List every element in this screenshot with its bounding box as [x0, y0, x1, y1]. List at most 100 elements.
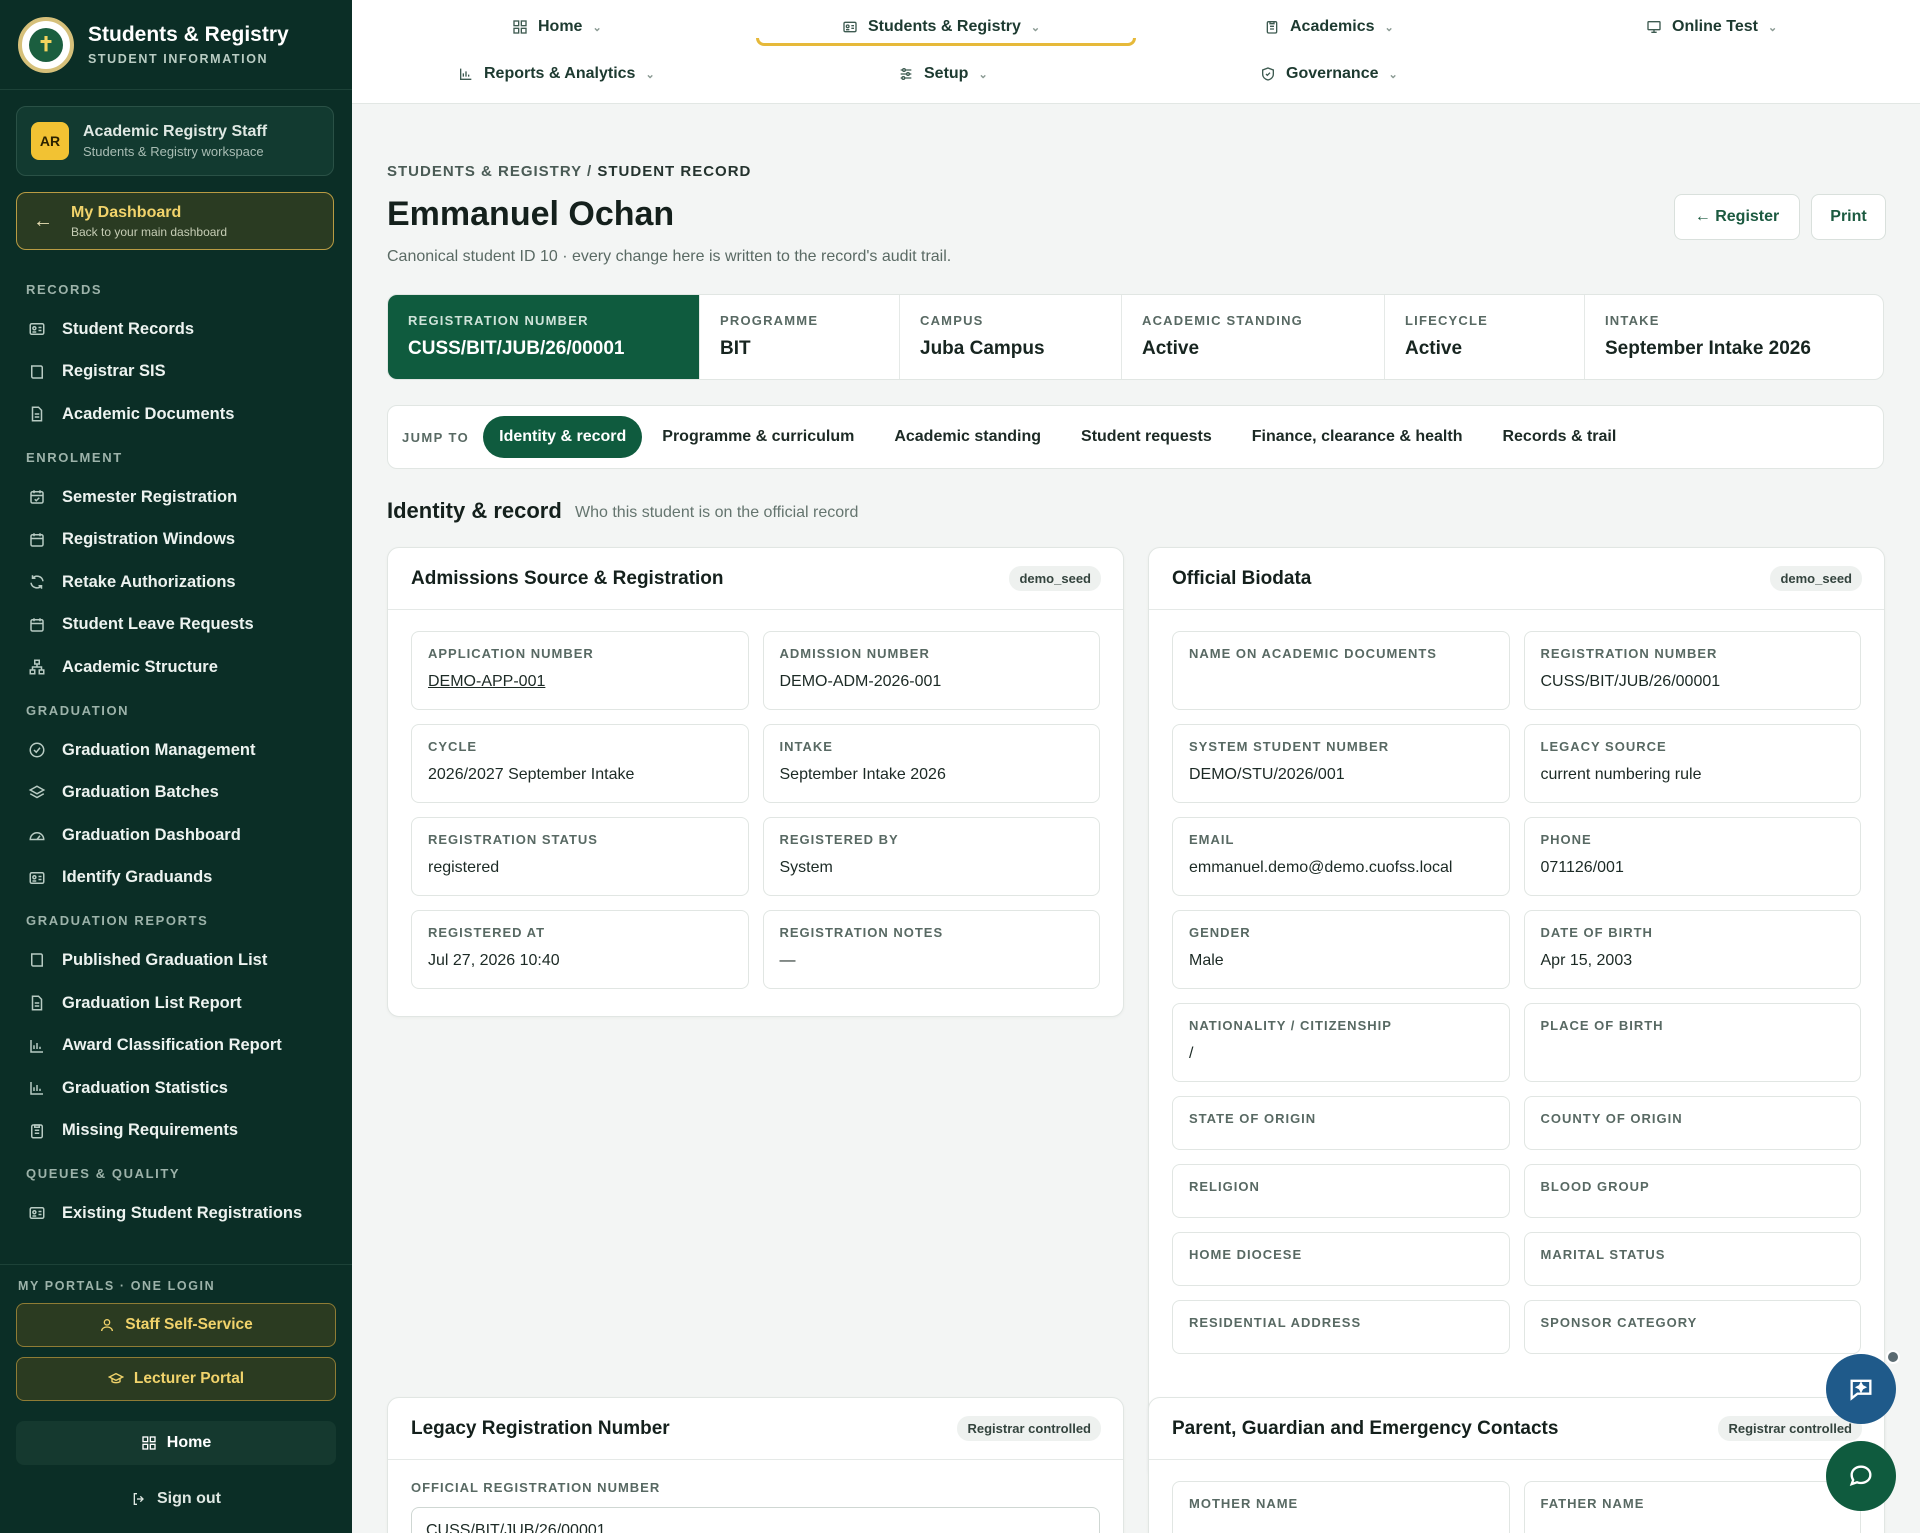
jump-tab-academic-standing[interactable]: Academic standing [874, 416, 1061, 458]
field-registered-by: REGISTERED BY System [762, 817, 1100, 896]
sidebar-item-academic-documents[interactable]: Academic Documents [0, 393, 352, 436]
field-registration-status: REGISTRATION STATUS registered [411, 817, 749, 896]
sidebar-item-label: Registration Windows [62, 530, 236, 549]
field-intake: INTAKE September Intake 2026 [762, 724, 1100, 803]
sidebar-item-label: Graduation Dashboard [62, 825, 241, 844]
section-title: Identity & record [387, 498, 562, 523]
nav-section-title: RECORDS [26, 282, 103, 297]
father-name-label: FATHER NAME [1540, 1496, 1645, 1511]
chat-bubble-icon [1849, 1465, 1872, 1487]
gauge-icon [28, 826, 46, 844]
topnav-online-test[interactable]: Online Test ⌄ [1646, 12, 1777, 42]
summary-value: Active [1405, 338, 1463, 359]
field-system-student-number: SYSTEM STUDENT NUMBER DEMO/STU/2026/001 [1172, 724, 1510, 803]
legacy-registration-card: Legacy Registration Number Registrar con… [387, 1397, 1124, 1533]
field-value: DEMO-ADM-2026-001 [779, 673, 942, 690]
sidebar-item-graduation-statistics[interactable]: Graduation Statistics [0, 1067, 352, 1110]
grid-icon [142, 1436, 156, 1450]
user-icon [101, 1319, 114, 1332]
sidebar-item-label: Published Graduation List [62, 950, 268, 969]
sidebar-item-award-classification-report[interactable]: Award Classification Report [0, 1024, 352, 1067]
jump-tab-identity-record[interactable]: Identity & record [483, 416, 643, 458]
my-dashboard-button[interactable]: ← My Dashboard Back to your main dashboa… [16, 192, 334, 250]
breadcrumb-current: STUDENT RECORD [597, 163, 752, 180]
topnav-academics[interactable]: Academics ⌄ [1264, 12, 1394, 42]
summary-academic-standing: ACADEMIC STANDING Active [1122, 295, 1385, 379]
register-back-button[interactable]: ← Register [1674, 194, 1800, 240]
main-content: STUDENTS & REGISTRY / STUDENT RECORD Emm… [352, 104, 1920, 1533]
ai-assistant-button[interactable] [1826, 1350, 1900, 1424]
field-value: — [779, 952, 796, 969]
field-home-diocese: HOME DIOCESE [1172, 1232, 1510, 1286]
father-name-field[interactable]: FATHER NAME [1523, 1481, 1861, 1533]
sidebar-item-student-records[interactable]: Student Records [0, 308, 352, 351]
official-registration-number-input[interactable]: CUSS/BIT/JUB/26/00001 [411, 1507, 1100, 1533]
jump-to-label: JUMP TO [402, 429, 470, 445]
field-registration-number: REGISTRATION NUMBER CUSS/BIT/JUB/26/00001 [1523, 631, 1861, 710]
summary-strip: REGISTRATION NUMBER CUSS/BIT/JUB/26/00001… [387, 294, 1884, 380]
sidebar-item-published-graduation-list[interactable]: Published Graduation List [0, 939, 352, 982]
user-card[interactable]: AR Academic Registry Staff Students & Re… [16, 106, 334, 176]
field-value[interactable]: DEMO-APP-001 [428, 673, 732, 691]
lecturer-portal-button[interactable]: Lecturer Portal [16, 1357, 336, 1401]
dashboard-subtitle: Back to your main dashboard [71, 224, 228, 239]
hierarchy-icon [28, 658, 46, 676]
sparkle-chat-icon [1850, 1379, 1872, 1401]
chevron-down-icon: ⌄ [1388, 68, 1398, 81]
top-nav: Home ⌄ Students & Registry ⌄ Academics ⌄ On… [352, 0, 1920, 104]
staff-self-service-button[interactable]: Staff Self-Service [16, 1303, 336, 1347]
sidebar-item-student-leave-requests[interactable]: Student Leave Requests [0, 604, 352, 647]
sidebar-item-label: Existing Student Registrations [62, 1203, 303, 1222]
sidebar-item-retake-authorizations[interactable]: Retake Authorizations [0, 561, 352, 604]
sidebar-item-missing-requirements[interactable]: Missing Requirements [0, 1110, 352, 1153]
topnav-reports-analytics[interactable]: Reports & Analytics ⌄ [458, 59, 655, 89]
sidebar-item-label: Academic Documents [62, 404, 235, 423]
topnav-setup[interactable]: Setup ⌄ [898, 59, 988, 89]
jump-tab-programme-curriculum[interactable]: Programme & curriculum [642, 416, 874, 458]
field-value: emmanuel.demo@demo.cuofss.local [1189, 859, 1453, 876]
sidebar-item-identify-graduands[interactable]: Identify Graduands [0, 857, 352, 900]
sign-out-label: Sign out [157, 1490, 221, 1507]
jump-tab-student-requests[interactable]: Student requests [1061, 416, 1232, 458]
sidebar-item-registration-windows[interactable]: Registration Windows [0, 518, 352, 561]
id-card-icon [28, 1204, 46, 1222]
field-gender: GENDER Male [1172, 910, 1510, 989]
field-value: 071126/001 [1540, 859, 1624, 876]
sliders-icon [900, 68, 912, 80]
mother-name-field[interactable]: MOTHER NAME [1172, 1481, 1510, 1533]
page-subtitle: Canonical student ID 10 · every change h… [387, 248, 952, 265]
field-label: EMAIL [1189, 832, 1235, 847]
sidebar-item-academic-structure[interactable]: Academic Structure [0, 646, 352, 689]
brand-header[interactable]: ✝ Students & Registry STUDENT INFORMATIO… [0, 0, 352, 90]
topnav-home[interactable]: Home ⌄ [512, 12, 602, 42]
sign-out-button[interactable]: Sign out [16, 1479, 336, 1519]
chevron-down-icon: ⌄ [1384, 21, 1394, 34]
topnav-governance[interactable]: Governance ⌄ [1260, 59, 1398, 89]
monitor-icon [1647, 21, 1661, 33]
field-name-on-academic-documents: NAME ON ACADEMIC DOCUMENTS [1172, 631, 1510, 710]
jump-tab-finance-clearance-health[interactable]: Finance, clearance & health [1232, 416, 1483, 458]
breadcrumb-section[interactable]: STUDENTS & REGISTRY / [387, 163, 592, 180]
field-value: September Intake 2026 [779, 766, 946, 783]
sidebar-item-graduation-batches[interactable]: Graduation Batches [0, 771, 352, 814]
sidebar-item-existing-student-registrations[interactable]: Existing Student Registrations [0, 1192, 352, 1235]
field-value: Male [1189, 952, 1224, 969]
sidebar-item-registrar-sis[interactable]: Registrar SIS [0, 351, 352, 394]
brand-title: Students & Registry [88, 23, 289, 46]
summary-lifecycle: LIFECYCLE Active [1385, 295, 1585, 379]
sidebar-item-graduation-list-report[interactable]: Graduation List Report [0, 982, 352, 1025]
field-value: registered [428, 859, 500, 876]
chat-button[interactable] [1826, 1441, 1896, 1511]
sidebar-home-button[interactable]: Home [16, 1421, 336, 1465]
field-label: SPONSOR CATEGORY [1540, 1315, 1698, 1330]
field-label: DATE OF BIRTH [1540, 925, 1653, 940]
sidebar-item-semester-registration[interactable]: Semester Registration [0, 476, 352, 519]
jump-tab-records-trail[interactable]: Records & trail [1482, 416, 1636, 458]
print-button[interactable]: Print [1811, 194, 1886, 240]
field-label: SYSTEM STUDENT NUMBER [1189, 739, 1390, 754]
summary-value: Active [1142, 338, 1200, 359]
id-card-icon [28, 869, 46, 887]
refresh-icon [28, 573, 46, 591]
sidebar-item-graduation-dashboard[interactable]: Graduation Dashboard [0, 814, 352, 857]
sidebar-item-graduation-management[interactable]: Graduation Management [0, 729, 352, 772]
